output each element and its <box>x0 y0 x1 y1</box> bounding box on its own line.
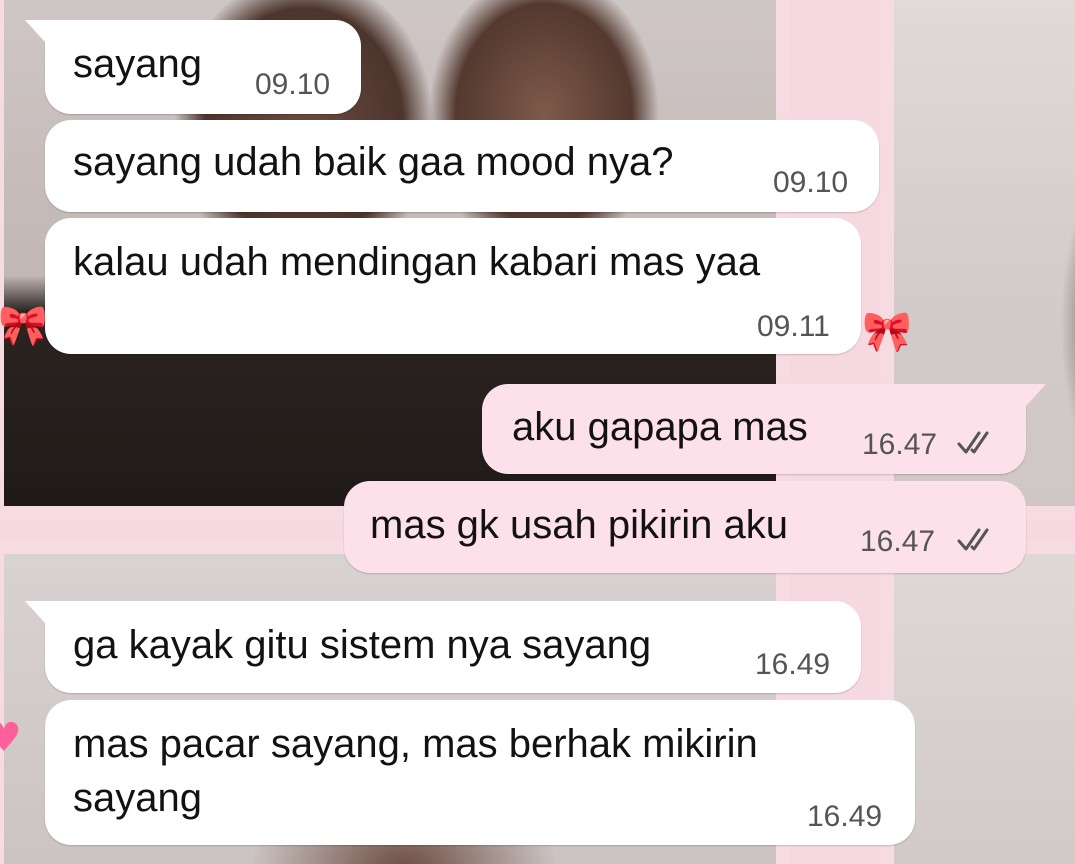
message-text: sayang <box>73 42 202 86</box>
message-text: sayang udah baik gaa mood nya? <box>73 140 674 184</box>
double-check-read-icon <box>957 431 989 454</box>
outgoing-message[interactable]: aku gapapa mas 16.47 <box>482 384 1046 474</box>
message-list[interactable]: sayang 09.10 sayang udah baik gaa mood n… <box>0 0 1075 864</box>
message-text: kalau udah mendingan kabari mas yaa <box>73 240 761 284</box>
message-timestamp: 16.49 <box>755 648 831 681</box>
message-text: mas pacar sayang, mas berhak mikirin <box>73 722 758 766</box>
message-timestamp: 09.10 <box>255 68 331 101</box>
incoming-message[interactable]: ga kayak gitu sistem nya sayang 16.49 <box>25 601 861 693</box>
incoming-message[interactable]: sayang udah baik gaa mood nya? 09.10 <box>45 120 879 212</box>
incoming-message[interactable]: sayang 09.10 <box>25 20 361 114</box>
message-text: mas gk usah pikirin aku <box>370 503 788 547</box>
outgoing-message[interactable]: mas gk usah pikirin aku 16.47 <box>344 481 1026 573</box>
message-timestamp: 16.47 <box>860 525 936 558</box>
message-timestamp: 09.11 <box>757 310 830 343</box>
message-text: sayang <box>73 776 202 820</box>
message-timestamp: 09.10 <box>773 166 849 199</box>
message-timestamp: 16.47 <box>862 428 938 461</box>
incoming-message[interactable]: kalau udah mendingan kabari mas yaa 09.1… <box>45 218 861 354</box>
message-text: ga kayak gitu sistem nya sayang <box>73 623 652 667</box>
incoming-message[interactable]: mas pacar sayang, mas berhak mikirin say… <box>45 700 915 845</box>
double-check-read-icon <box>957 528 989 551</box>
message-timestamp: 16.49 <box>807 800 883 833</box>
message-text: aku gapapa mas <box>512 405 808 449</box>
